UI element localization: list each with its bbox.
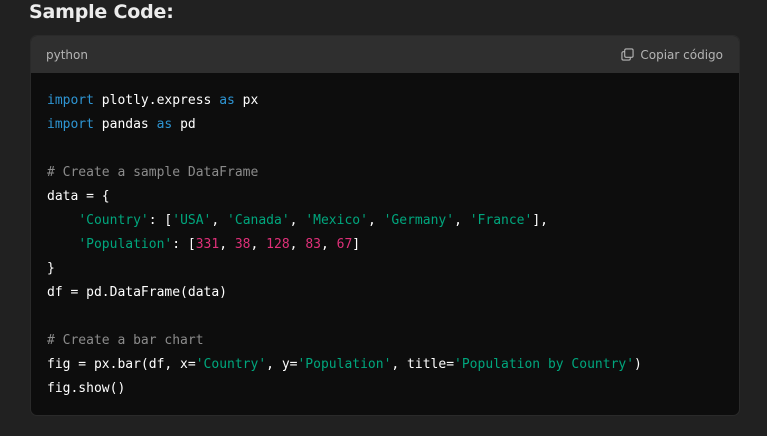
code-line: fig = px.bar(df, x='Country', y='Populat…: [47, 353, 723, 377]
copy-icon: [621, 48, 635, 61]
code-line: 'Population': [331, 38, 128, 83, 67]: [47, 233, 723, 257]
code-token-str: 'Country': [195, 357, 267, 372]
code-content[interactable]: import plotly.express as px import pandas…: [31, 73, 739, 401]
copy-code-button[interactable]: Copiar código: [621, 48, 723, 62]
code-token-plain: }: [47, 261, 55, 276]
code-token-plain: , title=: [391, 357, 455, 372]
code-token-num: 331: [195, 237, 220, 252]
code-token-str: 'Canada': [227, 213, 290, 228]
code-token-num: 128: [266, 237, 290, 252]
code-token-plain: ,: [211, 213, 228, 228]
code-token-plain: pd: [172, 117, 196, 132]
code-token-kw: as: [219, 93, 235, 108]
code-token-str: 'Population': [297, 357, 392, 372]
code-token-kw: import: [47, 93, 94, 108]
code-token-plain: ,: [250, 237, 267, 252]
code-block-header: python Copiar código: [31, 36, 739, 73]
code-token-num: 83: [305, 237, 321, 252]
code-token-plain: fig.show(): [47, 381, 126, 396]
code-token-plain: pandas: [93, 117, 157, 132]
code-token-num: 38: [234, 237, 251, 252]
code-token-plain: : [: [148, 213, 173, 228]
code-token-plain: data = {: [47, 189, 110, 204]
code-token-str: 'Mexico': [305, 213, 368, 228]
code-token-plain: ,: [454, 213, 470, 228]
code-line: fig.show(): [47, 377, 723, 401]
code-token-kw: as: [156, 117, 173, 132]
code-line: import pandas as pd: [47, 113, 723, 137]
code-block: python Copiar código import plotly.expre…: [30, 35, 740, 416]
code-token-str: 'Germany': [383, 213, 455, 228]
code-line: df = pd.DataFrame(data): [47, 281, 723, 305]
code-token-plain: , y=: [266, 357, 298, 372]
code-token-plain: plotly.express: [93, 93, 220, 108]
section-heading: Sample Code:: [29, 1, 174, 23]
code-line: import plotly.express as px: [47, 89, 723, 113]
code-token-plain: ,: [289, 213, 306, 228]
code-token-str: 'Country': [78, 213, 149, 228]
code-line: # Create a bar chart: [47, 329, 723, 353]
code-token-str: 'Population': [78, 237, 173, 252]
code-token-plain: fig = px.bar(df, x=: [47, 357, 196, 372]
code-line: data = {: [47, 185, 723, 209]
code-token-str: 'Population by Country': [454, 357, 635, 372]
code-token-plain: df = pd.DataFrame(data): [47, 285, 228, 300]
copy-code-label: Copiar código: [640, 47, 723, 62]
code-token-plain: px: [234, 93, 259, 108]
code-token-plain: ): [634, 357, 642, 372]
code-token-kw: import: [47, 117, 94, 132]
code-token-plain: ,: [320, 237, 337, 252]
code-token-plain: ]: [352, 237, 361, 252]
code-token-plain: ,: [289, 237, 306, 252]
code-token-plain: ,: [219, 237, 235, 252]
code-token-plain: ,: [367, 213, 384, 228]
code-line: }: [47, 257, 723, 281]
code-line: # Create a sample DataFrame: [47, 161, 723, 185]
code-line: 'Country': ['USA', 'Canada', 'Mexico', '…: [47, 209, 723, 233]
code-token-num: 67: [336, 237, 353, 252]
code-token-cmt: # Create a sample DataFrame: [47, 165, 259, 180]
code-token-str: 'USA': [172, 213, 212, 228]
code-token-plain: : [: [172, 237, 196, 252]
code-token-plain: ],: [532, 213, 548, 228]
code-token-str: 'France': [469, 213, 533, 228]
code-token-cmt: # Create a bar chart: [47, 333, 204, 348]
code-language-label: python: [46, 47, 88, 62]
